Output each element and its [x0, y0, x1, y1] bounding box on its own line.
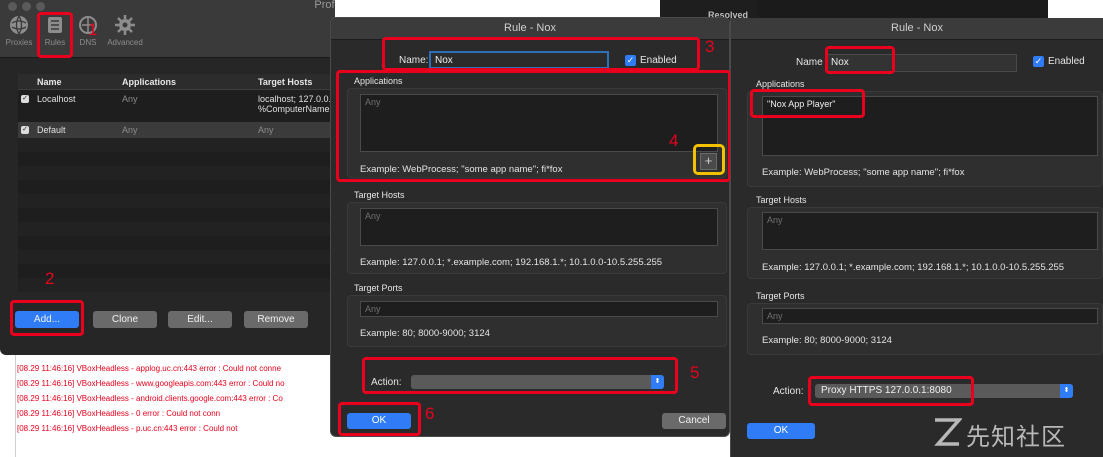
clone-rule-button[interactable]: Clone	[93, 311, 157, 328]
target-hosts-label: Target Hosts	[354, 190, 405, 200]
log-line: [08.29 11:46:16] VBoxHeadless - www.goog…	[17, 379, 285, 388]
target-hosts-example: Example: 127.0.0.1; *.example.com; 192.1…	[762, 262, 1065, 273]
profile-window: Profile Proxies Rules DNS Advanced Name …	[0, 0, 335, 355]
z-logo-icon	[934, 418, 962, 446]
empty-row	[18, 138, 335, 152]
rules-list-icon	[48, 17, 62, 33]
annotation-number: 2	[45, 269, 55, 288]
target-ports-label: Target Ports	[756, 291, 805, 301]
target-hosts-example: Example: 127.0.0.1; *.example.com; 192.1…	[360, 257, 663, 268]
name-label: Name:	[399, 55, 429, 66]
table-row[interactable]: ✓ Default Any Any	[18, 122, 335, 138]
target-ports-field[interactable]: Any	[762, 308, 1098, 324]
remove-rule-button[interactable]: Remove	[244, 311, 308, 328]
add-rule-button[interactable]: Add...	[15, 311, 79, 328]
col-header-target-hosts[interactable]: Target Hosts	[258, 77, 312, 87]
profile-window-title: Profile	[314, 0, 335, 11]
row-applications: Any	[122, 125, 138, 135]
gear-icon	[115, 15, 135, 35]
col-header-name[interactable]: Name	[37, 77, 62, 87]
log-line: [08.29 11:46:16] VBoxHeadless - 0 error …	[17, 409, 221, 418]
toolbar-proxies[interactable]: Proxies	[0, 14, 38, 47]
toolbar-advanced-label: Advanced	[107, 38, 143, 47]
target-hosts-field[interactable]: Any	[762, 212, 1098, 250]
annotation-number: 5	[690, 363, 700, 382]
applications-label: Applications	[756, 79, 805, 89]
log-panel: [08.29 11:46:16] VBoxHeadless - applog.u…	[0, 355, 335, 457]
applications-field[interactable]: "Nox App Player"	[762, 96, 1098, 156]
name-label: Name	[796, 57, 823, 68]
enabled-checkbox[interactable]: ✓	[1033, 56, 1044, 67]
ok-button[interactable]: OK	[747, 423, 815, 439]
profile-toolbar: Profile Proxies Rules DNS Advanced	[0, 0, 335, 58]
action-select-value: Proxy HTTPS 127.0.0.1:8080	[821, 385, 952, 396]
empty-row	[18, 278, 335, 292]
toolbar-proxies-label: Proxies	[5, 38, 33, 47]
row-enabled-checkbox[interactable]: ✓	[21, 95, 29, 103]
row-target-hosts-line2: %ComputerName	[258, 104, 330, 114]
empty-row	[18, 194, 335, 208]
log-line: [08.29 11:46:16] VBoxHeadless - android.…	[17, 394, 283, 403]
action-select[interactable]: ⬍	[411, 375, 664, 389]
name-field[interactable]: Nox	[429, 51, 609, 69]
dialog-title: Rule - Nox	[331, 18, 729, 40]
row-name: Localhost	[37, 94, 76, 104]
log-line: [08.29 11:46:16] VBoxHeadless - applog.u…	[17, 364, 282, 373]
toolbar-advanced[interactable]: Advanced	[106, 14, 144, 47]
action-label: Action:	[371, 377, 402, 388]
empty-row	[18, 166, 335, 180]
background-window	[758, 0, 1048, 18]
rules-table[interactable]: Name Applications Target Hosts ✓ Localho…	[18, 74, 335, 292]
row-target-hosts: localhost; 127.0.0.1	[258, 94, 335, 104]
applications-label: Applications	[354, 76, 403, 86]
log-line: [08.29 11:46:16] VBoxHeadless - p.uc.cn:…	[17, 424, 238, 433]
cancel-button[interactable]: Cancel	[662, 413, 726, 429]
watermark: 先知社区	[930, 410, 1103, 457]
rules-table-header: Name Applications Target Hosts	[18, 74, 335, 90]
target-hosts-field[interactable]: Any	[360, 208, 718, 246]
empty-row	[18, 222, 335, 236]
log-divider	[15, 355, 16, 457]
enabled-label: Enabled	[640, 55, 677, 66]
name-field[interactable]: Nox	[826, 54, 1017, 72]
col-header-applications[interactable]: Applications	[122, 77, 176, 87]
add-application-button[interactable]: +	[700, 153, 717, 170]
applications-example: Example: WebProcess; "some app name"; fi…	[762, 167, 965, 178]
table-row[interactable]: ✓ Localhost Any localhost; 127.0.0.1 %Co…	[18, 91, 335, 121]
select-arrows-icon: ⬍	[651, 375, 664, 389]
enabled-checkbox[interactable]: ✓	[625, 55, 636, 66]
enabled-label: Enabled	[1048, 56, 1085, 67]
target-ports-example: Example: 80; 8000-9000; 3124	[762, 335, 892, 346]
row-enabled-checkbox[interactable]: ✓	[21, 126, 29, 134]
row-applications: Any	[122, 94, 138, 104]
dialog-title: Rule - Nox	[731, 18, 1103, 40]
watermark-text: 先知社区	[966, 423, 1066, 451]
applications-example: Example: WebProcess; "some app name"; fi…	[360, 164, 563, 175]
empty-row	[18, 250, 335, 264]
target-ports-field[interactable]: Any	[360, 301, 718, 317]
row-target-hosts: Any	[258, 125, 274, 135]
globe-icon	[10, 15, 28, 36]
action-select[interactable]: Proxy HTTPS 127.0.0.1:8080 ⬍	[815, 384, 1073, 398]
ok-button[interactable]: OK	[347, 413, 411, 429]
row-name: Default	[37, 125, 66, 135]
target-ports-example: Example: 80; 8000-9000; 3124	[360, 328, 490, 339]
target-hosts-label: Target Hosts	[756, 195, 807, 205]
annotation-number: 4	[669, 131, 679, 150]
target-ports-label: Target Ports	[354, 283, 403, 293]
applications-field[interactable]: Any	[360, 94, 718, 152]
annotation-number: 6	[425, 404, 435, 423]
select-arrows-icon: ⬍	[1060, 384, 1073, 398]
rule-dialog-right: Rule - Nox Name Nox ✓ Enabled Applicatio…	[730, 18, 1103, 457]
rule-dialog-left: Rule - Nox Name: Nox ✓ Enabled Applicati…	[330, 17, 730, 437]
annotation-number: 1	[88, 20, 98, 39]
annotation-number: 3	[705, 37, 715, 56]
edit-rule-button[interactable]: Edit...	[168, 311, 232, 328]
action-label: Action:	[773, 386, 804, 397]
